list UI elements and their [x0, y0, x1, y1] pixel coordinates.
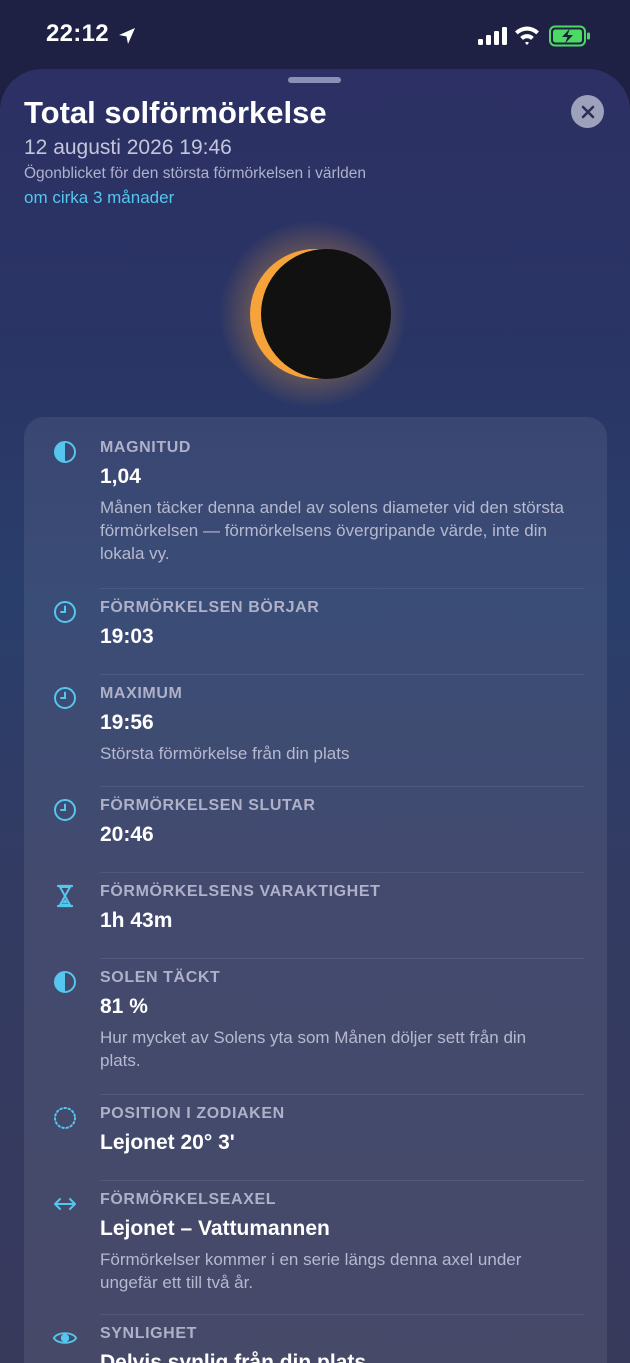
row-divider	[100, 1314, 584, 1315]
sheet-grabber[interactable]	[288, 77, 341, 83]
detail-value: 19:56	[100, 711, 154, 734]
detail-description: Förmörkelser kommer i en serie längs den…	[100, 1250, 522, 1292]
row-divider	[100, 872, 584, 873]
eclipse-detail-sheet: Total solförmörkelse 12 augusti 2026 19:…	[0, 69, 630, 1363]
detail-description: Största förmörkelse från din plats	[100, 744, 350, 763]
detail-label: FÖRMÖRKELSEN SLUTAR	[100, 797, 316, 814]
battery-charging-icon	[549, 25, 590, 47]
detail-description: Månen täcker denna andel av solens diame…	[100, 498, 564, 563]
detail-value: Delvis synlig från din plats	[100, 1351, 367, 1363]
hourglass-icon	[52, 883, 78, 909]
detail-label: POSITION I ZODIAKEN	[100, 1105, 285, 1122]
eclipse-countdown: om cirka 3 månader	[24, 188, 175, 207]
screen: 22:12 Total solförmörkelse 12 augusti 20…	[0, 0, 630, 1363]
detail-label: FÖRMÖRKELSEN BÖRJAR	[100, 599, 320, 616]
detail-value: 1h 43m	[100, 909, 173, 932]
row-divider	[100, 1094, 584, 1095]
row-divider	[100, 1180, 584, 1181]
clock-icon	[52, 685, 78, 711]
sheet-title: Total solförmörkelse	[24, 95, 327, 130]
clock-icon	[52, 797, 78, 823]
clock-icon	[52, 599, 78, 625]
eclipse-details-card: MAGNITUD 1,04 Månen täcker denna andel av …	[24, 417, 607, 1363]
close-icon	[581, 105, 594, 118]
row-divider	[100, 958, 584, 959]
row-divider	[100, 786, 584, 787]
status-time: 22:12	[46, 20, 109, 47]
row-divider	[100, 588, 584, 589]
half-circle-icon	[52, 969, 78, 995]
location-arrow-icon	[119, 28, 135, 44]
detail-value: Lejonet 20° 3'	[100, 1131, 235, 1154]
detail-description: Hur mycket av Solens yta som Månen dölje…	[100, 1028, 527, 1070]
cellular-signal-icon	[478, 27, 507, 45]
detail-label: MAGNITUD	[100, 439, 192, 456]
eye-icon	[52, 1325, 78, 1351]
eclipse-date-time: 12 augusti 2026 19:46	[24, 136, 232, 159]
detail-label: SYNLIGHET	[100, 1325, 197, 1342]
detail-value: 81 %	[100, 995, 148, 1018]
detail-value: 20:46	[100, 823, 154, 846]
eclipse-illustration	[219, 220, 407, 408]
row-divider	[100, 674, 584, 675]
status-bar: 22:12	[0, 0, 630, 70]
detail-label: MAXIMUM	[100, 685, 183, 702]
detail-label: FÖRMÖRKELSENS VARAKTIGHET	[100, 883, 381, 900]
double-arrow-icon	[52, 1191, 78, 1217]
eclipse-caption: Ögonblicket för den största förmörkelsen…	[24, 165, 367, 182]
detail-value: 19:03	[100, 625, 154, 648]
detail-value: 1,04	[100, 465, 141, 488]
wifi-icon	[515, 26, 539, 45]
detail-value: Lejonet – Vattumannen	[100, 1217, 330, 1240]
close-button[interactable]	[571, 95, 604, 128]
half-circle-icon	[52, 439, 78, 465]
detail-label: SOLEN TÄCKT	[100, 969, 221, 986]
dotted-circle-icon	[52, 1105, 78, 1131]
detail-label: FÖRMÖRKELSEAXEL	[100, 1191, 277, 1208]
